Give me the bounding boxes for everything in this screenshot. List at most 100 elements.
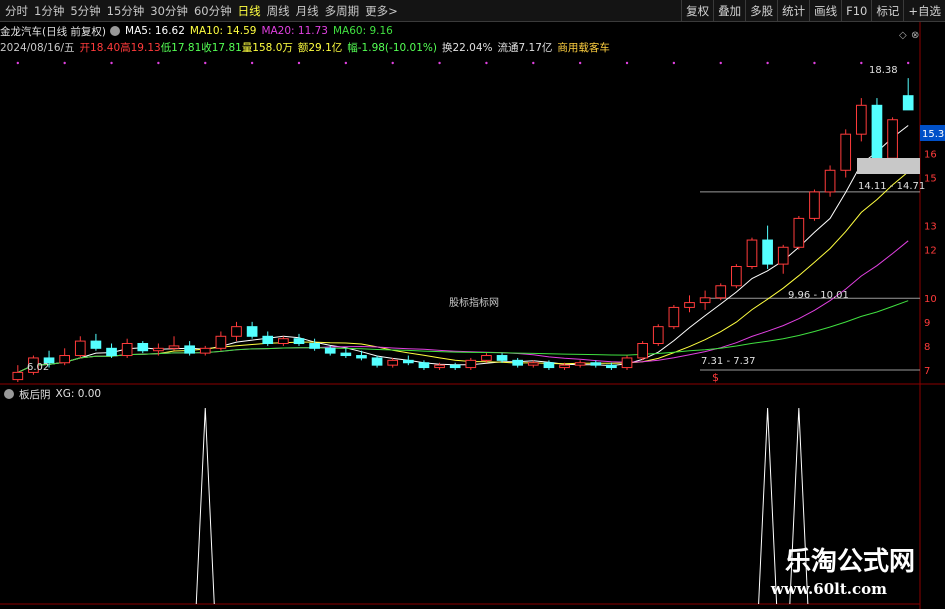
axis-label: 15 [924, 173, 937, 184]
candle-body [184, 345, 195, 354]
signal-dot [297, 61, 301, 65]
signal-dot [625, 61, 629, 65]
candle-body [777, 246, 789, 265]
candle-body [699, 297, 711, 304]
candle-body [340, 352, 352, 357]
candle-body [371, 357, 383, 366]
candle-body [246, 326, 258, 337]
candle-body [168, 345, 180, 349]
signal-dot [906, 61, 910, 65]
axis-label: 8 [924, 342, 930, 353]
annotation-range: 9.96 - 10.01 [788, 290, 849, 301]
current-price-tag: 15.3 [922, 129, 944, 140]
candles [12, 78, 914, 382]
signal-dot [672, 61, 676, 65]
ma60-line [17, 300, 909, 373]
diamond-icon[interactable]: ◇ [899, 30, 907, 41]
kline-chart[interactable]: 16 15 13 12 10 9 8 7 15.3 6.02 7.31 - 7.… [0, 0, 945, 609]
signal-dots [16, 61, 910, 65]
candle-body [262, 335, 274, 345]
candle-body [855, 104, 867, 135]
candle-body [512, 359, 524, 366]
signal-dot [250, 61, 254, 65]
candle-body [387, 359, 399, 366]
candle-body [652, 326, 664, 345]
site-watermark-url: www.60lt.com [770, 580, 887, 598]
ma5-line [17, 125, 909, 373]
candle-body [106, 347, 117, 357]
candle-body [231, 326, 242, 337]
ma-lines [17, 125, 909, 373]
candle-body [309, 343, 320, 349]
signal-dot [344, 61, 348, 65]
candle-body [293, 338, 305, 345]
candle-body [434, 364, 445, 369]
candle-body [137, 343, 149, 352]
candle-body [621, 357, 633, 369]
price-range-box [857, 158, 920, 174]
candle-body [574, 362, 586, 366]
candle-body [559, 364, 570, 369]
candle-body [496, 355, 508, 361]
candle-body [324, 347, 336, 354]
axis-label: 16 [924, 149, 937, 160]
signal-dot [578, 61, 582, 65]
axis-label: 10 [924, 294, 937, 305]
candle-body [684, 302, 695, 308]
site-watermark-title: 乐淘公式网 [784, 547, 915, 577]
candle-body [449, 364, 461, 369]
candle-body [887, 119, 898, 159]
candle-body [590, 362, 602, 366]
candle-body [278, 338, 289, 345]
signal-dot [16, 61, 20, 65]
candle-body [465, 359, 477, 369]
candle-body [59, 355, 71, 364]
axis-label: 12 [924, 246, 937, 257]
candle-body [715, 285, 727, 299]
candle-body [527, 362, 539, 366]
signal-dot [204, 61, 207, 65]
candle-body [215, 335, 227, 349]
candle-body [668, 306, 680, 328]
signal-dot [766, 61, 769, 65]
candle-body [637, 343, 648, 359]
candle-body [418, 362, 430, 369]
axis-label: 7 [924, 366, 930, 377]
candle-body [809, 191, 820, 219]
axis-label: 9 [924, 318, 930, 329]
signal-dot [391, 61, 394, 65]
candle-body [606, 364, 617, 369]
price-annotations: 6.02 7.31 - 7.37 9.96 - 10.01 14.11 - 14… [27, 65, 925, 373]
candle-body [731, 266, 742, 287]
signal-marker-icon: $ [712, 371, 719, 384]
indicator-pane [195, 407, 809, 605]
signal-dot [719, 61, 722, 65]
candle-body [871, 104, 883, 159]
indicator-spike [758, 407, 778, 605]
candle-body [746, 239, 758, 268]
collapse-icon[interactable]: ⊗ [911, 30, 919, 41]
candle-body [840, 133, 852, 171]
annotation-range: 14.11 - 14.71 [858, 181, 925, 192]
candle-body [793, 217, 805, 248]
candle-body [356, 355, 367, 359]
candle-body [199, 347, 211, 354]
annotation-range: 7.31 - 7.37 [701, 356, 756, 367]
price-axis-labels: 16 15 13 12 10 9 8 7 [924, 149, 937, 377]
signal-dot [438, 61, 441, 65]
signal-dot [813, 61, 816, 65]
candle-body [74, 340, 86, 357]
candle-body [824, 169, 836, 193]
signal-dot [485, 61, 488, 65]
chart-watermark: 股标指标网 [449, 296, 499, 309]
candle-body [762, 239, 773, 265]
candle-body [90, 340, 102, 349]
candle-body [121, 343, 133, 357]
candle-body [402, 359, 414, 364]
candle-body [153, 347, 164, 352]
annotation-low: 6.02 [27, 362, 49, 373]
ma10-line [17, 171, 909, 373]
candle-body [543, 362, 555, 369]
candle-body [12, 371, 24, 381]
signal-dot [110, 61, 113, 65]
